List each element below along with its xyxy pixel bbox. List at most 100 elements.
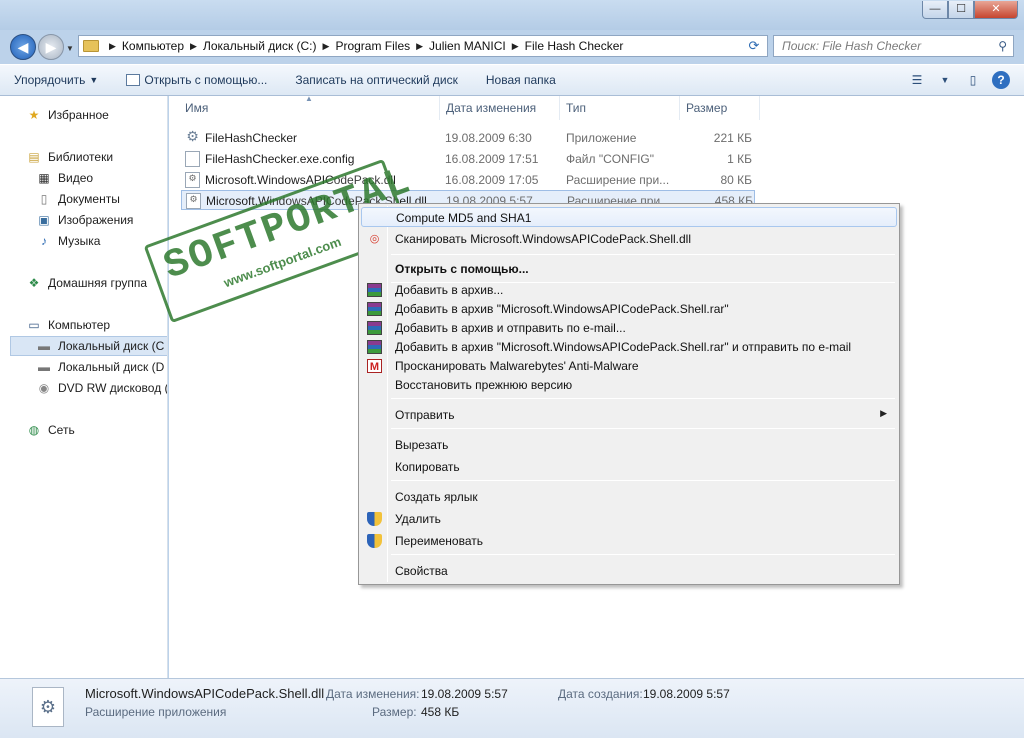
menu-item-label: Добавить в архив...	[395, 283, 504, 297]
close-button[interactable]: ✕	[974, 1, 1018, 19]
refresh-icon[interactable]: ⟳	[744, 38, 764, 56]
sidebar-item-label: Документы	[58, 192, 120, 206]
sidebar-item-dvd[interactable]: ◉ DVD RW дисковод (	[36, 381, 168, 395]
back-button[interactable]: ◀	[10, 34, 36, 60]
burn-button[interactable]: Записать на оптический диск	[281, 66, 472, 94]
sidebar-item-label: Музыка	[58, 234, 101, 248]
sidebar-item-network[interactable]: ◍ Сеть	[26, 423, 75, 437]
menu-separator	[391, 398, 895, 399]
sidebar-item-drive-c[interactable]: ▬ Локальный диск (C	[36, 339, 164, 353]
view-options-icon[interactable]: ☰	[908, 71, 926, 89]
computer-icon: ▭	[28, 318, 40, 332]
sidebar-item-video[interactable]: ▦ Видео	[36, 171, 93, 185]
chevron-down-icon[interactable]: ▼	[936, 71, 954, 89]
sidebar-item-images[interactable]: ▣ Изображения	[36, 213, 133, 227]
chevron-right-icon[interactable]: ▶	[323, 41, 330, 52]
column-divider[interactable]	[439, 96, 440, 120]
menu-item-label: Свойства	[395, 564, 448, 578]
menu-item-add-rar-email[interactable]: Добавить в архив "Microsoft.WindowsAPICo…	[361, 337, 897, 357]
menu-item-add-rar[interactable]: Добавить в архив "Microsoft.WindowsAPICo…	[361, 299, 897, 319]
column-type[interactable]: Тип	[566, 101, 586, 115]
menu-item-send-to[interactable]: Отправить ▶	[361, 405, 897, 425]
menu-item-cut[interactable]: Вырезать	[361, 435, 897, 455]
breadcrumb-computer[interactable]: Компьютер	[122, 39, 184, 53]
sidebar-item-libraries[interactable]: ▤ Библиотеки	[26, 150, 113, 164]
sidebar-item-label: DVD RW дисковод (	[58, 381, 168, 395]
winrar-icon	[367, 321, 382, 335]
chevron-right-icon[interactable]: ▶	[512, 41, 519, 52]
column-date[interactable]: Дата изменения	[446, 101, 536, 115]
file-date: 16.08.2009 17:05	[445, 173, 539, 187]
sidebar-item-homegroup[interactable]: ❖ Домашняя группа	[26, 276, 147, 290]
drive-icon: ▬	[38, 339, 50, 353]
homegroup-icon: ❖	[28, 276, 40, 290]
address-bar[interactable]: ▶ Компьютер ▶ Локальный диск (C:) ▶ Prog…	[78, 35, 768, 57]
video-icon: ▦	[38, 171, 50, 185]
forward-button[interactable]: ▶	[38, 34, 64, 60]
sidebar-item-music[interactable]: ♪ Музыка	[36, 234, 100, 248]
uac-shield-icon	[367, 534, 382, 548]
table-row[interactable]: FileHashChecker.exe.config 16.08.2009 17…	[181, 149, 755, 169]
details-created-value: 19.08.2009 5:57	[643, 687, 730, 701]
menu-item-open-with[interactable]: Открыть с помощью...	[361, 259, 897, 279]
uac-shield-icon	[367, 512, 382, 526]
menu-item-properties[interactable]: Свойства	[361, 561, 897, 581]
menu-item-copy[interactable]: Копировать	[361, 457, 897, 477]
document-icon: ▯	[40, 192, 48, 206]
menu-item-add-email[interactable]: Добавить в архив и отправить по e-mail..…	[361, 318, 897, 338]
folder-icon	[83, 40, 99, 52]
column-headers: ▲ Имя Дата изменения Тип Размер	[169, 94, 769, 120]
column-divider[interactable]	[559, 96, 560, 120]
details-filename: Microsoft.WindowsAPICodePack.Shell.dll	[85, 686, 325, 701]
chevron-right-icon[interactable]: ▶	[416, 41, 423, 52]
minimize-button[interactable]: —	[922, 1, 948, 19]
organize-button[interactable]: Упорядочить ▼	[0, 66, 112, 94]
sidebar-item-label: Видео	[58, 171, 94, 185]
menu-item-compute-hash[interactable]: Compute MD5 and SHA1	[361, 207, 897, 227]
winrar-icon	[367, 302, 382, 316]
chevron-right-icon[interactable]: ▶	[190, 41, 197, 52]
breadcrumb-drive-c[interactable]: Локальный диск (C:)	[203, 39, 317, 53]
table-row[interactable]: ⚙ Microsoft.WindowsAPICodePack.dll 16.08…	[181, 170, 755, 190]
details-filetype: Расширение приложения	[85, 705, 227, 719]
gear-icon: ⚙	[186, 128, 199, 144]
menu-item-add-archive[interactable]: Добавить в архив...	[361, 280, 897, 300]
title-bar: — ☐ ✕	[0, 0, 1024, 30]
recent-pages-dropdown[interactable]: ▼	[66, 44, 74, 53]
column-divider[interactable]	[679, 96, 680, 120]
sidebar-item-computer[interactable]: ▭ Компьютер	[26, 318, 110, 332]
menu-item-create-shortcut[interactable]: Создать ярлык	[361, 487, 897, 507]
menu-item-delete[interactable]: Удалить	[361, 509, 897, 529]
menu-item-label: Переименовать	[395, 534, 483, 548]
search-icon[interactable]: ⚲	[998, 39, 1007, 53]
view-controls: ☰ ▼ ▯ ?	[908, 71, 1010, 89]
new-folder-button[interactable]: Новая папка	[472, 66, 570, 94]
breadcrumb-julien-manici[interactable]: Julien MANICI	[429, 39, 506, 53]
menu-item-restore[interactable]: Восстановить прежнюю версию	[361, 375, 897, 395]
drive-icon: ▬	[38, 360, 50, 374]
column-divider[interactable]	[759, 96, 760, 120]
breadcrumb-file-hash-checker[interactable]: File Hash Checker	[525, 39, 624, 53]
menu-item-scan[interactable]: ◎ Сканировать Microsoft.WindowsAPICodePa…	[361, 229, 897, 249]
sidebar-item-drive-d[interactable]: ▬ Локальный диск (D	[36, 360, 164, 374]
sidebar-item-label: Локальный диск (D	[58, 360, 165, 374]
sidebar-item-documents[interactable]: ▯ Документы	[36, 192, 120, 206]
menu-item-rename[interactable]: Переименовать	[361, 531, 897, 551]
menu-item-label: Просканировать Malwarebytes' Anti-Malwar…	[395, 359, 639, 373]
column-size[interactable]: Размер	[686, 101, 727, 115]
open-with-label: Открыть с помощью...	[144, 73, 268, 87]
table-row[interactable]: ⚙ FileHashChecker 19.08.2009 6:30 Прилож…	[181, 128, 755, 148]
maximize-button[interactable]: ☐	[948, 1, 974, 19]
help-icon[interactable]: ?	[992, 71, 1010, 89]
organize-label: Упорядочить	[14, 73, 86, 87]
menu-item-label: Восстановить прежнюю версию	[395, 378, 573, 392]
sidebar-item-favorites[interactable]: ★ Избранное	[26, 108, 109, 122]
preview-pane-icon[interactable]: ▯	[964, 71, 982, 89]
breadcrumb-program-files[interactable]: Program Files	[335, 39, 410, 53]
search-input[interactable]: Поиск: File Hash Checker ⚲	[773, 35, 1014, 57]
open-with-button[interactable]: Открыть с помощью...	[112, 66, 281, 94]
dll-file-icon: ⚙	[186, 193, 201, 209]
chevron-right-icon[interactable]: ▶	[109, 41, 116, 52]
menu-item-malwarebytes[interactable]: M Просканировать Malwarebytes' Anti-Malw…	[361, 356, 897, 376]
column-name[interactable]: Имя	[185, 101, 208, 115]
